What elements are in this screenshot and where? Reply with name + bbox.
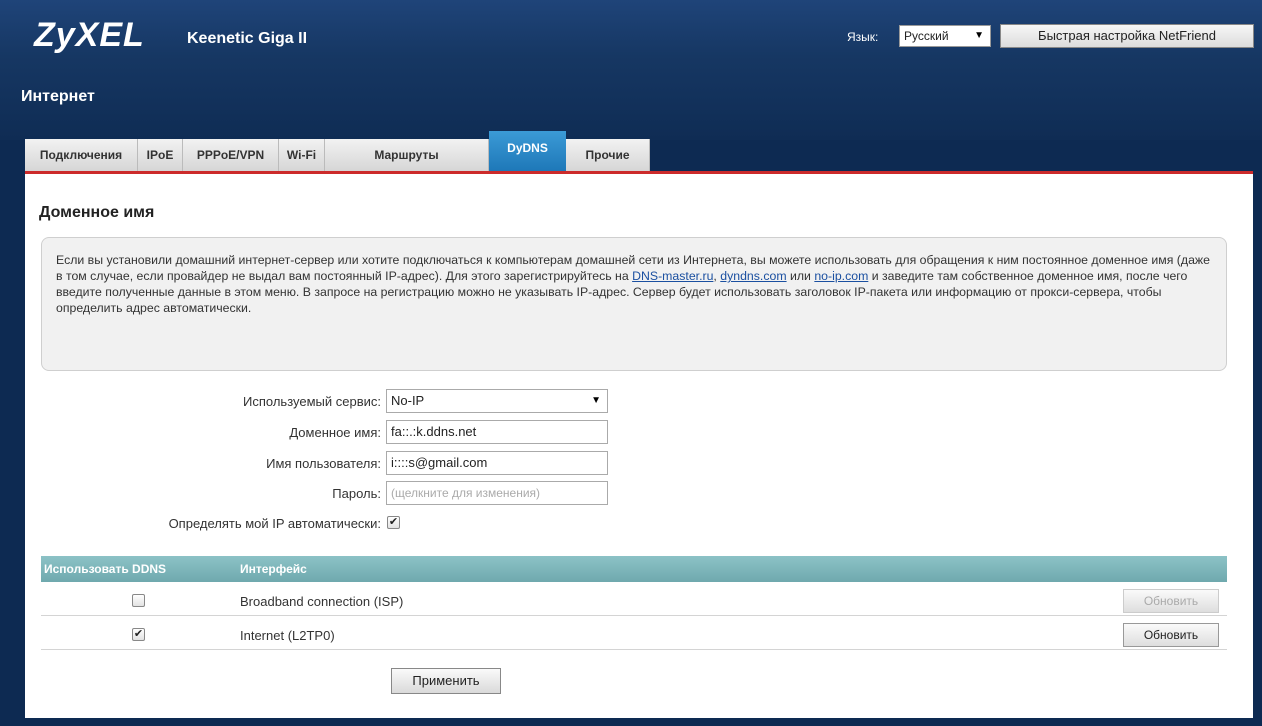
tab-other[interactable]: Прочие bbox=[566, 139, 650, 171]
link-dns-master[interactable]: DNS-master.ru bbox=[632, 269, 713, 283]
netfriend-button[interactable]: Быстрая настройка NetFriend bbox=[1000, 24, 1254, 48]
password-label: Пароль: bbox=[332, 486, 381, 501]
section-title: Интернет bbox=[21, 88, 95, 105]
ddns-enable-checkbox[interactable]: ✔ bbox=[132, 628, 145, 641]
ddns-enable-checkbox[interactable] bbox=[132, 594, 145, 607]
chevron-down-icon: ▼ bbox=[974, 30, 984, 41]
info-box: Если вы установили домашний интернет-сер… bbox=[41, 237, 1227, 371]
column-interface: Интерфейс bbox=[240, 562, 307, 576]
info-sep-2: или bbox=[786, 269, 815, 283]
password-input[interactable]: (щелкните для изменения) bbox=[386, 481, 608, 505]
link-dyndns[interactable]: dyndns.com bbox=[720, 269, 786, 283]
ddns-table-header: Использовать DDNS Интерфейс bbox=[41, 556, 1227, 582]
language-value: Русский bbox=[904, 29, 949, 43]
column-use-ddns: Использовать DDNS bbox=[44, 562, 167, 576]
service-label: Используемый сервис: bbox=[243, 394, 381, 409]
domain-row: Доменное имя: bbox=[25, 420, 381, 444]
language-select[interactable]: Русский ▼ bbox=[899, 25, 991, 47]
model-name: Keenetic Giga II bbox=[187, 30, 308, 47]
update-button[interactable]: Обновить bbox=[1123, 589, 1219, 613]
table-row: Broadband connection (ISP) Обновить bbox=[41, 586, 1227, 616]
service-value: No-IP bbox=[391, 393, 425, 408]
language-label: Язык: bbox=[847, 30, 879, 44]
page-heading: Доменное имя bbox=[39, 204, 155, 221]
user-row: Имя пользователя: bbox=[25, 451, 381, 475]
domain-input[interactable]: fa::.:k.ddns.net bbox=[386, 420, 608, 444]
tab-routes-label: Маршруты bbox=[374, 148, 439, 162]
username-input[interactable]: i::::s@gmail.com bbox=[386, 451, 608, 475]
service-row: Используемый сервис: bbox=[25, 389, 381, 413]
autoip-row: Определять мой IP автоматически: bbox=[25, 511, 381, 535]
link-no-ip[interactable]: no-ip.com bbox=[814, 269, 868, 283]
autoip-label: Определять мой IP автоматически: bbox=[168, 516, 381, 531]
tab-wifi[interactable]: Wi-Fi bbox=[279, 139, 325, 171]
password-row: Пароль: bbox=[25, 481, 381, 505]
table-row: ✔ Internet (L2TP0) Обновить bbox=[41, 620, 1227, 650]
main-panel: Доменное имя Если вы установили домашний… bbox=[25, 171, 1253, 718]
update-button[interactable]: Обновить bbox=[1123, 623, 1219, 647]
interface-name: Broadband connection (ISP) bbox=[240, 594, 404, 609]
interface-name: Internet (L2TP0) bbox=[240, 628, 335, 643]
tab-pppoe-vpn[interactable]: PPPoE/VPN bbox=[183, 139, 279, 171]
service-select[interactable]: No-IP ▼ bbox=[386, 389, 608, 413]
autoip-checkbox[interactable]: ✔ bbox=[387, 516, 400, 529]
tab-ipoe[interactable]: IPoE bbox=[138, 139, 183, 171]
tab-dydns[interactable]: DyDNS bbox=[489, 131, 566, 171]
domain-label: Доменное имя: bbox=[289, 425, 381, 440]
tab-connections[interactable]: Подключения bbox=[25, 139, 138, 171]
chevron-down-icon: ▼ bbox=[591, 395, 601, 406]
apply-button[interactable]: Применить bbox=[391, 668, 501, 694]
header-bar: ZyXEL Keenetic Giga II Язык: Русский ▼ Б… bbox=[0, 0, 1262, 140]
tab-routes[interactable]: Маршруты bbox=[325, 139, 489, 171]
brand-logo: ZyXEL bbox=[34, 16, 145, 54]
user-label: Имя пользователя: bbox=[266, 456, 381, 471]
